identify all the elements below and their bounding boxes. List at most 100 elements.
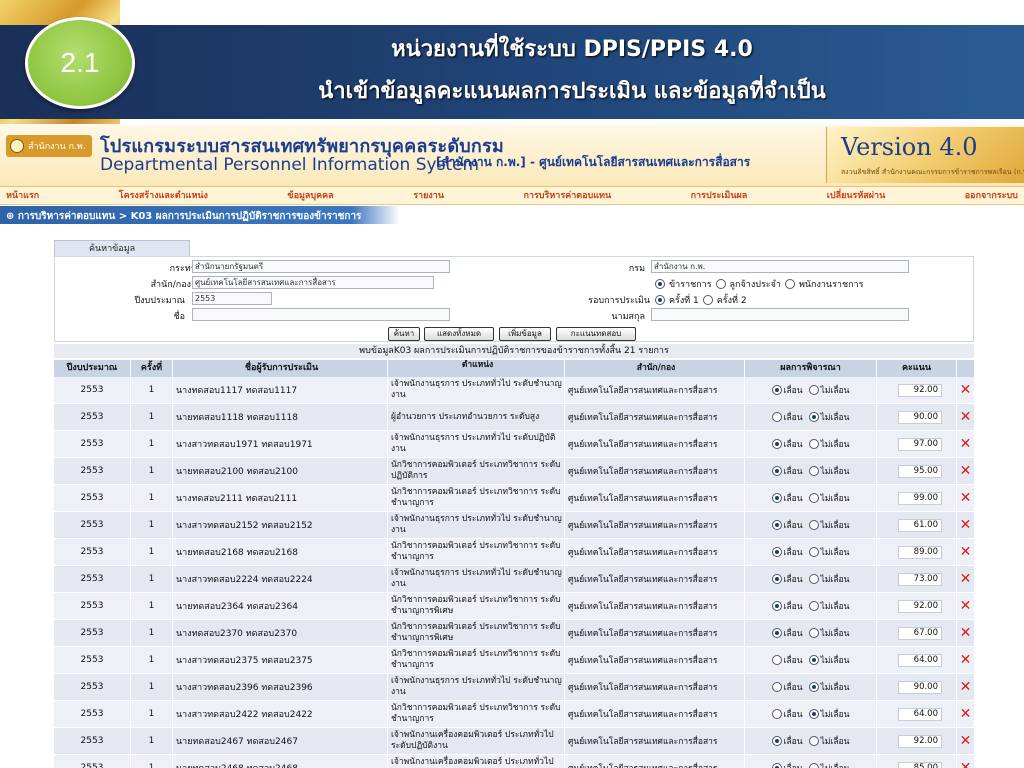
table-row[interactable]: 2553 1 นางทดสอบ2370 ทดสอบ2370 นักวิชาการ… [54, 620, 974, 647]
show-all-button[interactable]: แสดงทั้งหมด [424, 327, 494, 341]
radio-not-promote[interactable] [808, 628, 819, 638]
radio-promote[interactable] [771, 439, 782, 449]
search-button[interactable]: ค้นหา [388, 327, 420, 341]
radio-not-promote[interactable] [808, 574, 819, 584]
table-row[interactable]: 2553 1 นางทดสอบ2111 ทดสอบ2111 นักวิชาการ… [54, 485, 974, 512]
menu-home[interactable]: หน้าแรก [6, 187, 39, 204]
radio-promote[interactable] [771, 385, 782, 395]
score-input[interactable]: 64.00 [898, 653, 942, 667]
radio-promote[interactable] [771, 628, 782, 638]
table-row[interactable]: 2553 1 นายทดสอบ2168 ทดสอบ2168 นักวิชาการ… [54, 539, 974, 566]
radio-not-promote[interactable] [808, 682, 819, 692]
radio-promote[interactable] [771, 682, 782, 692]
header-position[interactable]: ตำแหน่ง [388, 360, 565, 377]
score-input[interactable]: 92.00 [898, 383, 942, 397]
delete-icon[interactable]: ✕ [960, 707, 972, 721]
radio-permanent-employee[interactable] [715, 279, 726, 289]
radio-promote[interactable] [771, 412, 782, 422]
radio-promote[interactable] [771, 466, 782, 476]
table-row[interactable]: 2553 1 นางสาวทดสอบ2224 ทดสอบ2224 เจ้าพนั… [54, 566, 974, 593]
score-input[interactable]: 97.00 [898, 437, 942, 451]
score-input[interactable]: 67.00 [898, 626, 942, 640]
header-round[interactable]: ครั้งที่ [131, 360, 173, 377]
radio-promote[interactable] [771, 574, 782, 584]
add-data-button[interactable]: เพิ่มข้อมูล [499, 327, 551, 341]
menu-personnel[interactable]: ข้อมูลบุคคล [287, 187, 333, 204]
radio-not-promote[interactable] [808, 601, 819, 611]
delete-icon[interactable]: ✕ [960, 653, 972, 667]
radio-not-promote[interactable] [808, 439, 819, 449]
score-input[interactable]: 64.00 [898, 707, 942, 721]
radio-not-promote[interactable] [808, 709, 819, 719]
search-tab[interactable]: ค้นหาข้อมูล [54, 240, 190, 257]
radio-promote[interactable] [771, 601, 782, 611]
header-year[interactable]: ปีงบประมาณ [54, 360, 131, 377]
delete-icon[interactable]: ✕ [960, 545, 972, 559]
radio-civil-servant[interactable] [655, 279, 665, 289]
radio-promote[interactable] [771, 736, 782, 746]
table-row[interactable]: 2553 1 นางสาวทดสอบ1971 ทดสอบ1971 เจ้าพนั… [54, 431, 974, 458]
budget-year-field[interactable]: 2553 [192, 292, 272, 305]
score-input[interactable]: 73.00 [898, 572, 942, 586]
division-field[interactable]: ศูนย์เทคโนโลยีสารสนเทศและการสื่อสาร [192, 276, 434, 289]
table-row[interactable]: 2553 1 นางสาวทดสอบ2396 ทดสอบ2396 เจ้าพนั… [54, 674, 974, 701]
radio-not-promote[interactable] [808, 520, 819, 530]
radio-promote[interactable] [771, 763, 782, 768]
radio-not-promote[interactable] [808, 547, 819, 557]
delete-icon[interactable]: ✕ [960, 383, 972, 397]
radio-not-promote[interactable] [808, 493, 819, 503]
radio-not-promote[interactable] [808, 736, 819, 746]
header-result[interactable]: ผลการพิจารณา [745, 360, 877, 377]
table-row[interactable]: 2553 1 นายทดสอบ2364 ทดสอบ2364 นักวิชาการ… [54, 593, 974, 620]
score-input[interactable]: 95.00 [898, 464, 942, 478]
table-row[interactable]: 2553 1 นางสาวทดสอบ2422 ทดสอบ2422 นักวิชา… [54, 701, 974, 728]
score-input[interactable]: 61.00 [898, 518, 942, 532]
table-row[interactable]: 2553 1 นายทดสอบ1118 ทดสอบ1118 ผู้อำนวยกา… [54, 404, 974, 431]
test-score-button[interactable]: กะแนนทดสอบ [556, 327, 636, 341]
score-input[interactable]: 99.00 [898, 491, 942, 505]
menu-reports[interactable]: รายงาน [413, 187, 444, 204]
table-row[interactable]: 2553 1 นายทดสอบ2468 ทดสอบ2468 เจ้าพนักงา… [54, 755, 974, 768]
delete-icon[interactable]: ✕ [960, 464, 972, 478]
score-input[interactable]: 85.00 [898, 761, 942, 768]
radio-round-1[interactable] [655, 295, 665, 305]
header-unit[interactable]: สำนัก/กอง [565, 360, 745, 377]
score-input[interactable]: 92.00 [898, 734, 942, 748]
delete-icon[interactable]: ✕ [960, 518, 972, 532]
header-name[interactable]: ชื่อผู้รับการประเมิน [173, 360, 388, 377]
delete-icon[interactable]: ✕ [960, 410, 972, 424]
menu-change-password[interactable]: เปลี่ยนรหัสผ่าน [827, 187, 885, 204]
department-field[interactable]: สำนักงาน ก.พ. [651, 260, 909, 273]
delete-icon[interactable]: ✕ [960, 680, 972, 694]
delete-icon[interactable]: ✕ [960, 761, 972, 768]
score-input[interactable]: 90.00 [898, 410, 942, 424]
table-row[interactable]: 2553 1 นางทดสอบ1117 ทดสอบ1117 เจ้าพนักงา… [54, 377, 974, 404]
menu-evaluation[interactable]: การประเมินผล [691, 187, 748, 204]
radio-not-promote[interactable] [808, 655, 819, 665]
delete-icon[interactable]: ✕ [960, 572, 972, 586]
radio-government-employee[interactable] [784, 279, 795, 289]
radio-promote[interactable] [771, 655, 782, 665]
breadcrumb-text[interactable]: ⊕ การบริหารค่าตอบแทน > K03 ผลการประเมินก… [6, 209, 361, 224]
table-row[interactable]: 2553 1 นางสาวทดสอบ2152 ทดสอบ2152 เจ้าพนั… [54, 512, 974, 539]
radio-promote[interactable] [771, 547, 782, 557]
delete-icon[interactable]: ✕ [960, 437, 972, 451]
radio-not-promote[interactable] [808, 385, 819, 395]
delete-icon[interactable]: ✕ [960, 599, 972, 613]
delete-icon[interactable]: ✕ [960, 626, 972, 640]
delete-icon[interactable]: ✕ [960, 491, 972, 505]
ministry-field[interactable]: สำนักนายกรัฐมนตรี [192, 260, 450, 273]
score-input[interactable]: 92.00 [898, 599, 942, 613]
score-input[interactable]: 90.00 [898, 680, 942, 694]
delete-icon[interactable]: ✕ [960, 734, 972, 748]
score-input[interactable]: 89.00 [898, 545, 942, 559]
radio-round-2[interactable] [702, 295, 713, 305]
header-score[interactable]: คะแนน [877, 360, 957, 377]
menu-structure[interactable]: โครงสร้างและตำแหน่ง [119, 187, 208, 204]
last-name-field[interactable] [651, 308, 909, 321]
table-row[interactable]: 2553 1 นางสาวทดสอบ2375 ทดสอบ2375 นักวิชา… [54, 647, 974, 674]
office-logo[interactable]: สำนักงาน ก.พ. [6, 135, 92, 157]
menu-logout[interactable]: ออกจากระบบ [965, 187, 1018, 204]
radio-not-promote[interactable] [808, 412, 819, 422]
radio-promote[interactable] [771, 520, 782, 530]
